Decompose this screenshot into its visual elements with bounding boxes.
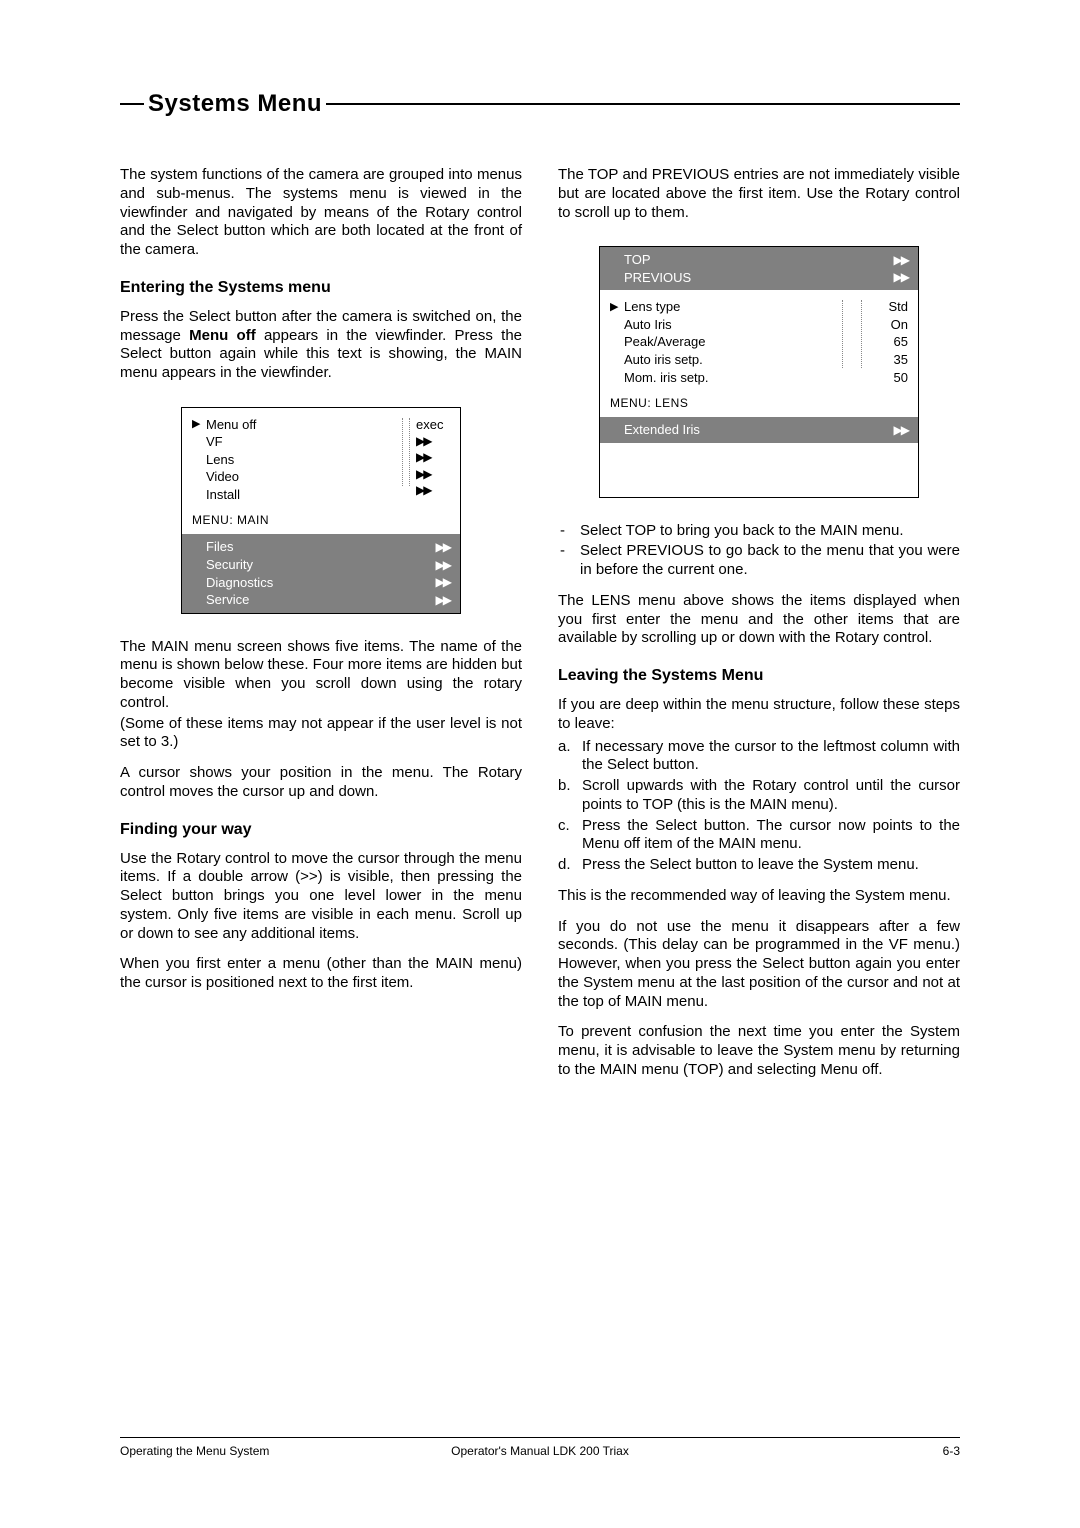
rule-right [326,103,960,105]
main-menu-desc: The MAIN menu screen shows five items. T… [120,638,522,713]
double-arrow-icon: ▶▶ [410,449,430,465]
menu-item: Peak/Average [624,333,836,351]
p2b-bold: Menu off [189,327,256,344]
step-item: Press the Select button. The cursor now … [582,817,960,855]
exec-label: exec [410,416,443,434]
menu-value: Std [888,298,908,316]
lens-menu-figure: TOP▶▶ PREVIOUS▶▶ ▶Lens type Auto Iris Pe… [599,246,919,497]
blank-area [600,443,918,497]
intro-text: The system functions of the camera are g… [120,166,522,260]
finding-text-2: When you first enter a menu (other than … [120,955,522,993]
menu-value: 65 [894,333,908,351]
menu-item: Video [206,468,402,486]
footer-center: Operator's Manual LDK 200 Triax [400,1444,680,1458]
bullet-item: Select PREVIOUS to go back to the menu t… [580,542,960,580]
menu-item: Lens [206,451,402,469]
menu-value: On [891,316,908,334]
left-column: The system functions of the camera are g… [120,166,522,1092]
hidden-items-group: Files▶▶ Security▶▶ Diagnostics▶▶ Service… [182,534,460,612]
double-arrow-icon: ▶▶ [430,539,450,555]
entering-text: Press the Select button after the camera… [120,308,522,383]
section-title: Systems Menu [144,90,326,118]
finding-text-1: Use the Rotary control to move the curso… [120,850,522,944]
dotted-divider [861,300,862,368]
top-previous-text: The TOP and PREVIOUS entries are not imm… [558,166,960,222]
footer-left: Operating the Menu System [120,1444,400,1458]
step-item: Press the Select button to leave the Sys… [582,856,919,875]
rule-left [120,103,144,105]
right-column: The TOP and PREVIOUS entries are not imm… [558,166,960,1092]
steps-list: If necessary move the cursor to the left… [558,738,960,875]
menu-name: MENU: MAIN [182,509,460,534]
dotted-divider [842,300,843,368]
leaving-intro: If you are deep within the menu structur… [558,696,960,734]
bullet-item: Select TOP to bring you back to the MAIN… [580,522,904,541]
double-arrow-icon: ▶▶ [430,592,450,608]
cursor-icon: ▶ [192,417,206,432]
cursor-icon: ▶ [610,300,624,315]
menu-name: MENU: LENS [600,392,918,417]
menu-item: Auto iris setp. [624,351,836,369]
menu-item: Install [206,486,402,504]
footer-right: 6-3 [680,1444,960,1458]
menu-item-hidden: Files [206,538,430,556]
menu-item-hidden: TOP [624,251,888,269]
menu-item-hidden: Security [206,556,430,574]
menu-value: 50 [894,369,908,387]
heading-leaving: Leaving the Systems Menu [558,666,960,686]
step-item: Scroll upwards with the Rotary control u… [582,777,960,815]
menu-item: VF [206,433,402,451]
double-arrow-icon: ▶▶ [888,422,908,438]
leaving-recommended: This is the recommended way of leaving t… [558,887,960,906]
main-menu-figure: ▶Menu off VF Lens Video Install exec ▶▶ … [181,407,461,614]
double-arrow-icon: ▶▶ [430,574,450,590]
menu-item-hidden: Extended Iris [624,421,888,439]
section-header: Systems Menu [120,90,960,118]
menu-item-hidden: Diagnostics [206,574,430,592]
page-footer: Operating the Menu System Operator's Man… [120,1437,960,1458]
heading-entering: Entering the Systems menu [120,278,522,298]
double-arrow-icon: ▶▶ [410,433,430,449]
leaving-advice: To prevent confusion the next time you e… [558,1023,960,1079]
menu-item: Mom. iris setp. [624,369,836,387]
menu-item-hidden: Service [206,591,430,609]
menu-item-hidden: PREVIOUS [624,269,888,287]
menu-value: 35 [894,351,908,369]
double-arrow-icon: ▶▶ [888,269,908,285]
step-item: If necessary move the cursor to the left… [582,738,960,776]
menu-item: Auto Iris [624,316,836,334]
double-arrow-icon: ▶▶ [410,466,430,482]
main-menu-note: (Some of these items may not appear if t… [120,715,522,753]
heading-finding: Finding your way [120,820,522,840]
double-arrow-icon: ▶▶ [430,557,450,573]
menu-item: Lens type [624,298,836,316]
double-arrow-icon: ▶▶ [410,482,430,498]
menu-item: Menu off [206,416,402,434]
leaving-timeout: If you do not use the menu it disappears… [558,918,960,1012]
double-arrow-icon: ▶▶ [888,252,908,268]
cursor-desc: A cursor shows your position in the menu… [120,764,522,802]
bullet-list: Select TOP to bring you back to the MAIN… [558,522,960,580]
lens-desc: The LENS menu above shows the items disp… [558,592,960,648]
